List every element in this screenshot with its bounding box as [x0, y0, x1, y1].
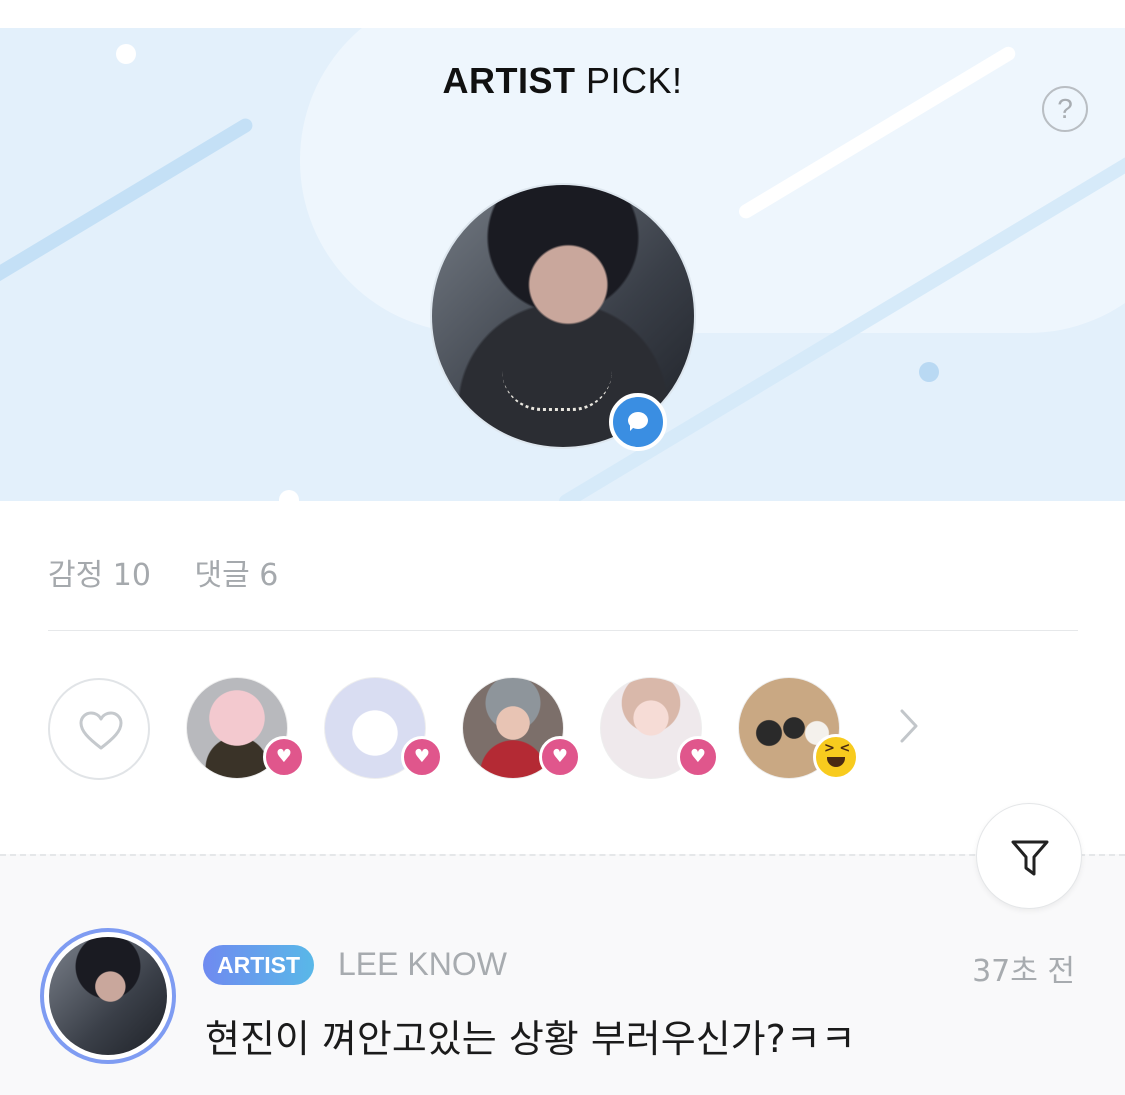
comment-author-avatar[interactable] — [40, 928, 176, 1064]
help-icon[interactable]: ? — [1042, 86, 1088, 132]
heart-icon: ♥ — [263, 736, 305, 778]
heart-icon: ♥ — [539, 736, 581, 778]
filter-icon — [1011, 840, 1049, 876]
avatar-detail — [502, 371, 612, 411]
post-stats: 감정 10 댓글 6 — [48, 550, 312, 594]
comment-count[interactable]: 댓글 6 — [194, 558, 278, 593]
title-bold: ARTIST — [442, 60, 576, 101]
chat-bubble-icon[interactable] — [609, 393, 667, 451]
artist-badge: ARTIST — [203, 945, 315, 985]
banner-dot — [279, 490, 299, 501]
emotion-count[interactable]: 감정 10 — [48, 558, 151, 593]
filter-button[interactable] — [976, 803, 1082, 909]
comment-author[interactable]: LEE KNOW — [338, 946, 507, 983]
comment-timestamp: 37초 전 — [972, 954, 1075, 989]
page-title: ARTIST PICK! — [430, 60, 695, 110]
heart-icon: ♥ — [401, 736, 443, 778]
banner-stripe — [0, 115, 256, 304]
like-button[interactable] — [48, 678, 150, 780]
avatar-image — [49, 937, 167, 1055]
banner-dot — [919, 362, 939, 382]
divider — [48, 630, 1078, 631]
comment-text: 현진이 껴안고있는 상황 부러우신가?ㅋㅋ — [205, 1017, 856, 1061]
chevron-right-icon[interactable] — [898, 708, 920, 744]
laughing-emoji-icon — [813, 734, 859, 780]
heart-icon: ♥ — [677, 736, 719, 778]
heart-outline-icon — [79, 711, 123, 750]
title-rest: PICK! — [585, 60, 683, 101]
